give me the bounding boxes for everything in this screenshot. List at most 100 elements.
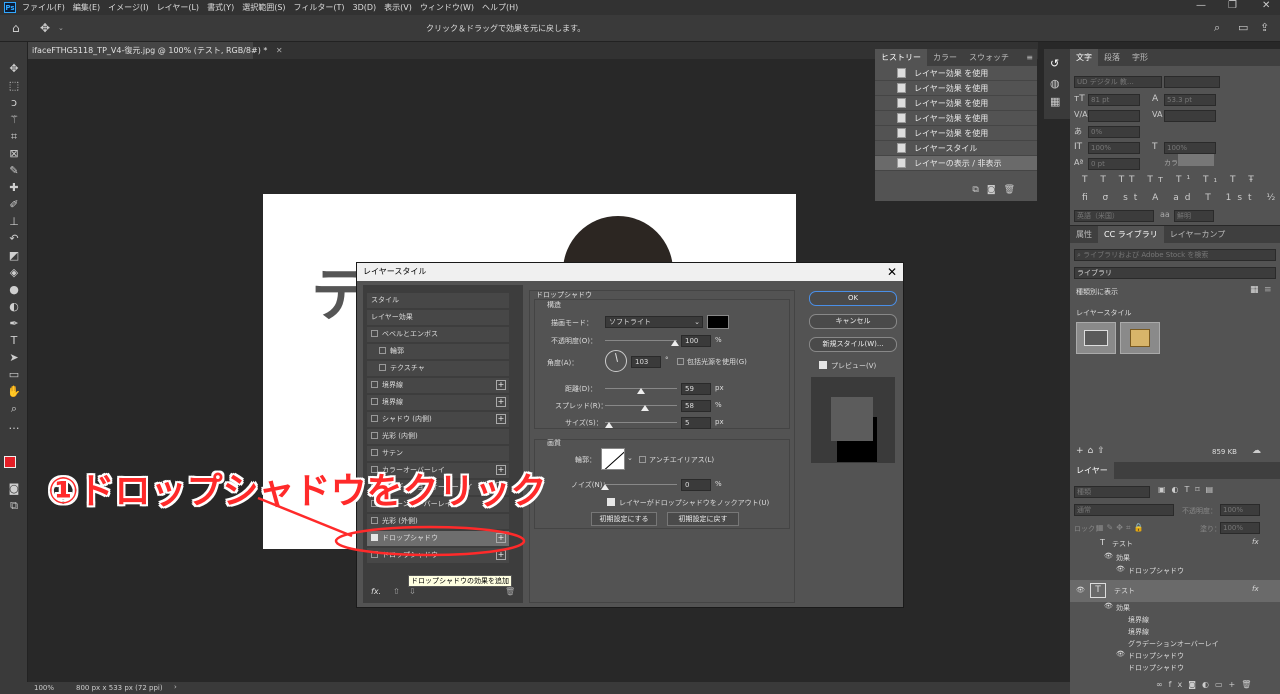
add-effect-icon[interactable]: + [496, 397, 506, 407]
blur-icon[interactable]: ● [6, 283, 22, 297]
style-item-blending[interactable]: レイヤー効果 [367, 310, 509, 325]
quick-mask-icon[interactable]: ◙ [6, 482, 22, 496]
eye-icon[interactable]: 👁 [1116, 565, 1125, 573]
tsume-field[interactable]: 0% [1088, 126, 1140, 138]
leading-field[interactable]: 53.3 pt [1164, 94, 1216, 106]
style-item-stroke[interactable]: 境界線 + [367, 378, 509, 393]
screen-mode-icon[interactable]: ⧉ [6, 499, 22, 513]
text-style-buttons[interactable]: T T TT Tт T¹ T₁ T Ŧ [1082, 175, 1259, 185]
style-item-bevel[interactable]: ベベルとエンボス [367, 327, 509, 342]
close-icon[interactable]: ✕ [887, 265, 897, 279]
checkbox[interactable] [371, 432, 378, 439]
checkbox[interactable] [371, 381, 378, 388]
style-item-inner-shadow[interactable]: シャドウ (内側) + [367, 412, 509, 427]
style-item-contour[interactable]: 輪郭 [367, 344, 509, 359]
font-size-field[interactable]: 81 pt [1088, 94, 1140, 106]
tab-properties[interactable]: 属性 [1070, 226, 1098, 243]
foreground-color-swatch[interactable] [4, 456, 16, 468]
style-item-styles[interactable]: スタイル [367, 293, 509, 308]
maximize-icon[interactable]: ❐ [1228, 0, 1237, 11]
move-up-icon[interactable]: ⇧ [393, 587, 400, 596]
tab-layers[interactable]: レイヤー [1070, 462, 1114, 479]
opacity-slider[interactable] [605, 340, 677, 341]
style-item-texture[interactable]: テクスチャ [367, 361, 509, 376]
history-item[interactable]: レイヤー効果 を使用 [875, 81, 1037, 96]
marquee-icon[interactable]: ⬚ [6, 79, 22, 93]
layer-styles-section[interactable]: レイヤースタイル [1076, 308, 1131, 318]
library-search-input[interactable]: ⌕ ライブラリおよび Adobe Stock を検索 [1074, 249, 1276, 261]
checkbox-checked[interactable] [371, 534, 378, 541]
layer-effect-row[interactable]: 👁 ドロップシャドウ [1070, 565, 1280, 578]
search-icon[interactable]: ⌕ [1214, 21, 1220, 35]
style-item-drop-shadow[interactable]: ドロップシャドウ + [367, 548, 509, 563]
knockout-checkbox-checked[interactable] [607, 498, 615, 506]
menu-image[interactable]: イメージ(I) [108, 2, 148, 13]
layer-row-selected[interactable]: 👁 T テスト fx [1070, 580, 1280, 602]
eyedropper-icon[interactable]: ✎ [6, 164, 22, 178]
history-item[interactable]: レイヤー効果 を使用 [875, 111, 1037, 126]
checkbox[interactable] [379, 347, 386, 354]
layer-effect-row[interactable]: 👁 効果 [1070, 552, 1280, 565]
style-item-drop-shadow-selected[interactable]: ドロップシャドウ + [367, 531, 509, 546]
opacity-field[interactable]: 100% [1220, 504, 1260, 516]
panel-menu-icon[interactable]: ≡ [1026, 53, 1033, 62]
checkbox[interactable] [371, 415, 378, 422]
history-item-current[interactable]: レイヤーの表示 / 非表示 [875, 156, 1037, 171]
distance-slider-knob[interactable] [637, 388, 645, 394]
cloud-icon[interactable]: ☁ [1252, 446, 1261, 456]
checkbox[interactable] [371, 330, 378, 337]
cancel-button[interactable]: キャンセル [809, 314, 897, 329]
fill-field[interactable]: 100% [1220, 522, 1260, 534]
spread-field[interactable]: 58 [681, 400, 711, 412]
size-slider-knob[interactable] [605, 422, 613, 428]
style-item-outer-glow[interactable]: 光彩 (外側) [367, 514, 509, 529]
history-brush-icon[interactable]: ↶ [6, 232, 22, 246]
close-window-icon[interactable]: ✕ [1262, 0, 1270, 11]
tab-swatches[interactable]: スウォッチ [963, 49, 1015, 66]
menu-window[interactable]: ウィンドウ(W) [420, 2, 474, 13]
fx-icon[interactable]: fx [1252, 585, 1259, 593]
lock-icons[interactable]: ▦✎✥⌗🔒 [1096, 523, 1146, 533]
antialias-select[interactable]: 鮮明 [1174, 210, 1214, 222]
menu-3d[interactable]: 3D(D) [353, 3, 377, 12]
tab-color[interactable]: カラー [927, 49, 963, 66]
menu-filter[interactable]: フィルター(T) [294, 2, 345, 13]
distance-field[interactable]: 59 [681, 383, 711, 395]
crop-icon[interactable]: ⌗ [6, 130, 22, 144]
view-by-type[interactable]: 種類別に表示 [1076, 287, 1118, 297]
tab-glyphs[interactable]: 字形 [1126, 49, 1154, 66]
fx-menu-icon[interactable]: fx. [371, 587, 381, 596]
magic-wand-icon[interactable]: ⚚ [6, 113, 22, 127]
camera-icon[interactable]: ◙ [987, 185, 1004, 195]
shadow-color-swatch[interactable] [707, 315, 729, 329]
layer-style-thumb[interactable] [1120, 322, 1160, 354]
menu-view[interactable]: 表示(V) [384, 2, 412, 13]
add-effect-icon[interactable]: + [496, 380, 506, 390]
style-item-satin[interactable]: サテン [367, 446, 509, 461]
menu-file[interactable]: ファイル(F) [22, 2, 65, 13]
history-item[interactable]: レイヤー効果 を使用 [875, 66, 1037, 81]
preview-checkbox-checked[interactable] [819, 361, 827, 369]
ok-button[interactable]: OK [809, 291, 897, 306]
workspace-icon[interactable]: ▭ [1238, 21, 1248, 34]
noise-slider-knob[interactable] [601, 484, 609, 490]
frame-icon[interactable]: ⊠ [6, 147, 22, 161]
eye-icon[interactable]: 👁 [1076, 586, 1085, 594]
eye-icon[interactable]: 👁 [1116, 650, 1125, 658]
font-style-select[interactable] [1164, 76, 1220, 88]
eye-icon[interactable]: 👁 [1104, 602, 1113, 610]
home-icon[interactable]: ⌂ [12, 21, 20, 35]
checkbox[interactable] [371, 449, 378, 456]
tab-history[interactable]: ヒストリー [875, 49, 927, 66]
move-down-icon[interactable]: ⇩ [409, 587, 416, 596]
vertical-scale-field[interactable]: 100% [1088, 142, 1140, 154]
tab-cc-libraries[interactable]: CC ライブラリ [1098, 226, 1164, 243]
minimize-icon[interactable]: — [1196, 0, 1206, 11]
opentype-buttons[interactable]: ﬁ σ st A ad T 1st ½ [1082, 193, 1280, 203]
text-color-swatch[interactable] [1178, 154, 1214, 166]
noise-slider[interactable] [605, 484, 677, 485]
add-effect-icon[interactable]: + [496, 414, 506, 424]
history-item[interactable]: レイヤースタイル [875, 141, 1037, 156]
add-effect-icon[interactable]: + [496, 533, 506, 543]
fx-icon[interactable]: fx [1252, 538, 1259, 546]
